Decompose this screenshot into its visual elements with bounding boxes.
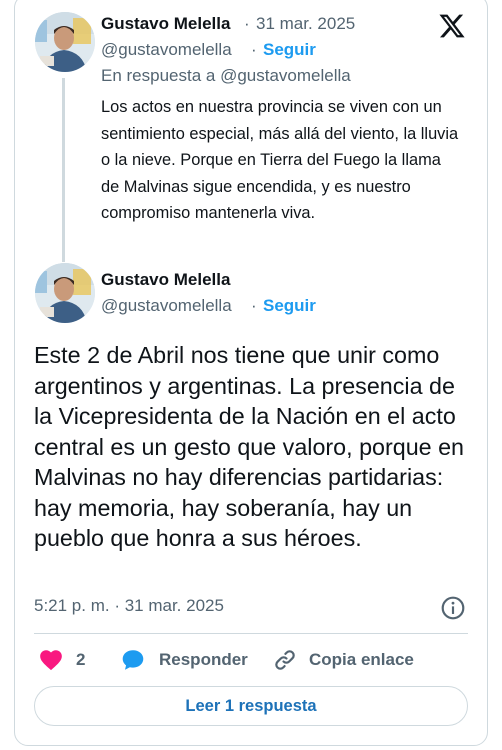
tweet-date[interactable]: 31 mar. 2025 (256, 14, 355, 34)
read-replies-button[interactable]: Leer 1 respuesta (34, 686, 468, 726)
separator: · (251, 40, 257, 59)
main-tweet-text: Este 2 de Abril nos tiene que unir como … (34, 342, 464, 551)
author-name[interactable]: Gustavo Melella (101, 270, 230, 290)
x-logo-icon[interactable] (438, 12, 466, 40)
author-handle[interactable]: @gustavomelella (101, 296, 232, 316)
reply-label: Responder (159, 650, 248, 669)
like-button[interactable]: 2 (38, 646, 85, 674)
author-name[interactable]: Gustavo Melella (101, 14, 230, 34)
reply-tweet-text: Los actos en nuestra provincia se viven … (101, 98, 459, 222)
link-icon (275, 650, 295, 670)
read-replies-label: Leer 1 respuesta (185, 696, 317, 715)
copy-link-label: Copia enlace (309, 650, 414, 669)
like-count: 2 (76, 650, 86, 669)
follow-button[interactable]: Seguir (263, 40, 316, 60)
speech-bubble-icon (122, 650, 144, 670)
heart-icon (40, 650, 62, 671)
thread-line (62, 78, 65, 262)
separator: · (244, 14, 250, 33)
author-avatar[interactable] (35, 12, 95, 72)
divider (34, 633, 468, 634)
in-reply-to[interactable]: En respuesta a @gustavomelella (101, 66, 351, 86)
info-icon[interactable] (440, 595, 466, 621)
follow-button[interactable]: Seguir (263, 296, 316, 316)
tweet-timestamp[interactable]: 5:21 p. m. · 31 mar. 2025 (34, 596, 224, 616)
author-avatar[interactable] (35, 263, 95, 323)
copy-link-button[interactable]: Copia enlace (273, 646, 414, 674)
separator: · (251, 296, 257, 315)
author-handle[interactable]: @gustavomelella (101, 40, 232, 60)
reply-button[interactable]: Responder (119, 646, 248, 674)
